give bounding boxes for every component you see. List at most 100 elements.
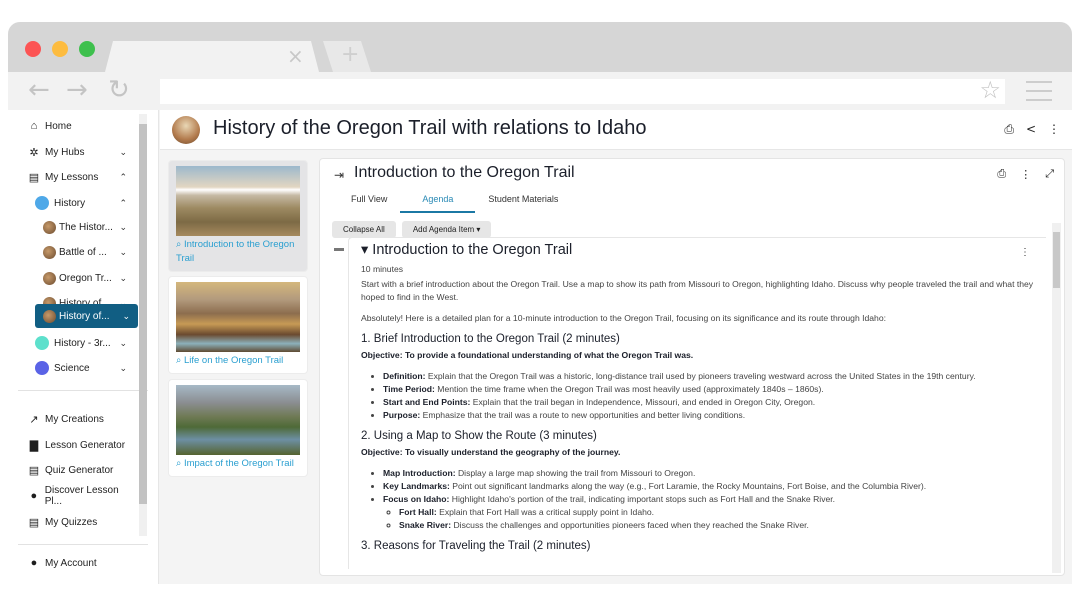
sidebar: ⌂ Home ✲ My Hubs ⌄ ▤ My Lessons ⌃ Histor… (8, 110, 159, 584)
chevron-down-icon[interactable]: ⌄ (119, 338, 127, 349)
lesson-card-image (176, 385, 300, 455)
forward-arrow-icon[interactable]: → (66, 75, 88, 105)
browser-toolbar: ← → ↻ ☆ (8, 72, 1072, 110)
collapse-panel-icon[interactable]: ⇥ (334, 168, 344, 182)
agenda-item-description: Start with a brief introduction about th… (361, 279, 1034, 302)
agenda-item: ⋮ ▾ Introduction to the Oregon Trail 10 … (348, 237, 1046, 569)
list-item: Snake River: Discuss the challenges and … (399, 519, 1046, 532)
sidebar-item-my-hubs[interactable]: ✲ My Hubs ⌄ (27, 140, 127, 164)
sidebar-item-quiz-generator[interactable]: ▤ Quiz Generator (27, 458, 137, 482)
more-icon[interactable]: ⋮ (1020, 168, 1031, 181)
chevron-down-icon[interactable]: ⌄ (119, 273, 127, 284)
sidebar-item-my-lessons[interactable]: ▤ My Lessons ⌃ (27, 165, 127, 189)
browser-tab[interactable]: × (105, 41, 319, 72)
lesson-avatar (172, 116, 200, 144)
chevron-down-icon[interactable]: ⌄ (119, 147, 127, 158)
hammer-icon: ↗ (29, 413, 39, 426)
sidebar-item-my-account[interactable]: ● My Account (27, 551, 137, 575)
add-agenda-item-button[interactable]: Add Agenda Item ▾ (401, 221, 492, 238)
sidebar-item-my-creations[interactable]: ↗ My Creations (27, 407, 137, 431)
lesson-thumbnail-icon (43, 220, 56, 234)
sidebar-item-history-3rd[interactable]: History - 3r... ⌄ (35, 331, 127, 355)
sidebar-item-label: Battle of ... (59, 246, 107, 258)
bookmark-star-icon[interactable]: ☆ (979, 76, 1001, 104)
list-item: Time Period: Mention the time frame when… (383, 383, 1046, 396)
document-icon: ▇ (29, 439, 39, 452)
print-icon[interactable]: ⎙ (1004, 122, 1014, 137)
section-heading: 1. Brief Introduction to the Oregon Trai… (361, 333, 620, 345)
scrollbar-thumb[interactable] (139, 124, 147, 504)
sidebar-item-label: Home (45, 120, 72, 132)
lesson-thumbnail-icon (43, 309, 56, 323)
lesson-card[interactable]: ⌕ Introduction to the Oregon Trail (168, 160, 308, 272)
section-heading: 2. Using a Map to Show the Route (3 minu… (361, 430, 597, 442)
section-heading: 3. Reasons for Traveling the Trail (2 mi… (361, 540, 591, 552)
tab-full-view[interactable]: Full View (338, 191, 400, 213)
lesson-card[interactable]: ⌕ Impact of the Oregon Trail (168, 379, 308, 477)
print-icon[interactable]: ⎙ (997, 168, 1006, 181)
tab-agenda[interactable]: Agenda (400, 191, 476, 213)
lesson-card-title[interactable]: Life on the Oregon Trail (184, 355, 283, 366)
lesson-card[interactable]: ⌕ Life on the Oregon Trail (168, 276, 308, 374)
drag-handle-icon[interactable]: ▬ (334, 243, 344, 254)
sidebar-item-lesson-active[interactable]: History of... ⌄ (35, 304, 138, 328)
sidebar-item-lesson-generator[interactable]: ▇ Lesson Generator (27, 433, 137, 457)
expand-icon[interactable]: ⤢ (1045, 168, 1054, 181)
section-bullets: Map Introduction: Display a large map sh… (383, 467, 1046, 532)
browser-menu-icon[interactable] (1026, 81, 1052, 108)
more-icon[interactable]: ⋮ (1048, 122, 1060, 137)
address-bar[interactable]: ☆ (160, 76, 1005, 104)
new-tab-button[interactable]: + (323, 41, 371, 72)
sidebar-item-my-quizzes[interactable]: ▤ My Quizzes (27, 510, 137, 534)
chevron-up-icon[interactable]: ⌃ (119, 172, 127, 183)
panel-tabs: Full View Agenda Student Materials (338, 191, 571, 213)
tab-student-materials[interactable]: Student Materials (475, 191, 571, 213)
more-icon[interactable]: ⋮ (1020, 246, 1030, 259)
section-objective: Objective: To provide a foundational und… (361, 350, 694, 360)
panel-title: Introduction to the Oregon Trail (354, 164, 575, 181)
sidebar-item-label: My Account (45, 557, 97, 569)
app-area: ⌂ Home ✲ My Hubs ⌄ ▤ My Lessons ⌃ Histor… (8, 110, 1072, 584)
chevron-up-icon[interactable]: ⌃ (119, 198, 127, 209)
maximize-window-button[interactable] (79, 41, 95, 57)
sidebar-item-history[interactable]: History ⌃ (35, 191, 127, 215)
minimize-window-button[interactable] (52, 41, 68, 57)
lesson-panel: ⇥ Introduction to the Oregon Trail ⎙ ⋮ ⤢… (319, 158, 1065, 576)
sidebar-item-home[interactable]: ⌂ Home (27, 114, 127, 138)
page-header: History of the Oregon Trail with relatio… (160, 110, 1072, 150)
reload-icon[interactable]: ↻ (108, 75, 130, 105)
lesson-card-title[interactable]: Introduction to the Oregon Trail (176, 239, 294, 264)
content-scrollbar[interactable] (1052, 223, 1061, 573)
sidebar-item-lesson[interactable]: Battle of ... ⌄ (43, 240, 127, 264)
sidebar-item-label: Quiz Generator (45, 464, 114, 476)
chevron-down-icon[interactable]: ⌄ (119, 247, 127, 258)
share-icon[interactable]: < (1026, 122, 1036, 137)
back-arrow-icon[interactable]: ← (28, 75, 50, 105)
chevron-down-icon[interactable]: ⌄ (119, 222, 127, 233)
close-tab-icon[interactable]: × (287, 44, 304, 68)
collapse-all-button[interactable]: Collapse All (332, 221, 396, 238)
close-window-button[interactable] (25, 41, 41, 57)
sidebar-item-label: Discover Lesson Pl... (44, 485, 119, 507)
sidebar-divider (18, 544, 148, 545)
agenda-item-title[interactable]: ▾ Introduction to the Oregon Trail (361, 243, 1046, 258)
sidebar-item-label: Oregon Tr... (59, 272, 112, 284)
lesson-card-image (176, 166, 300, 236)
sidebar-item-discover[interactable]: ● Discover Lesson Pl... (27, 484, 137, 508)
list-item: Fort Hall: Explain that Fort Hall was a … (399, 506, 1046, 519)
sidebar-item-science[interactable]: Science ⌄ (35, 356, 127, 380)
list-item: Focus on Idaho: Highlight Idaho's portio… (383, 493, 1046, 532)
sidebar-item-label: History (54, 197, 86, 209)
chevron-down-icon[interactable]: ⌄ (122, 311, 130, 322)
person-icon: ● (30, 557, 38, 569)
sidebar-scrollbar[interactable] (139, 114, 147, 536)
sidebar-item-label: The Histor... (59, 221, 113, 233)
sidebar-item-label: My Hubs (45, 146, 85, 158)
sidebar-item-label: History of... (59, 310, 110, 322)
sidebar-item-label: History - 3r... (54, 337, 111, 349)
sidebar-item-lesson[interactable]: The Histor... ⌄ (43, 215, 127, 239)
chevron-down-icon[interactable]: ⌄ (119, 363, 127, 374)
lesson-card-title[interactable]: Impact of the Oregon Trail (184, 458, 294, 469)
scrollbar-thumb[interactable] (1053, 232, 1060, 288)
sidebar-item-lesson[interactable]: Oregon Tr... ⌄ (43, 266, 127, 290)
